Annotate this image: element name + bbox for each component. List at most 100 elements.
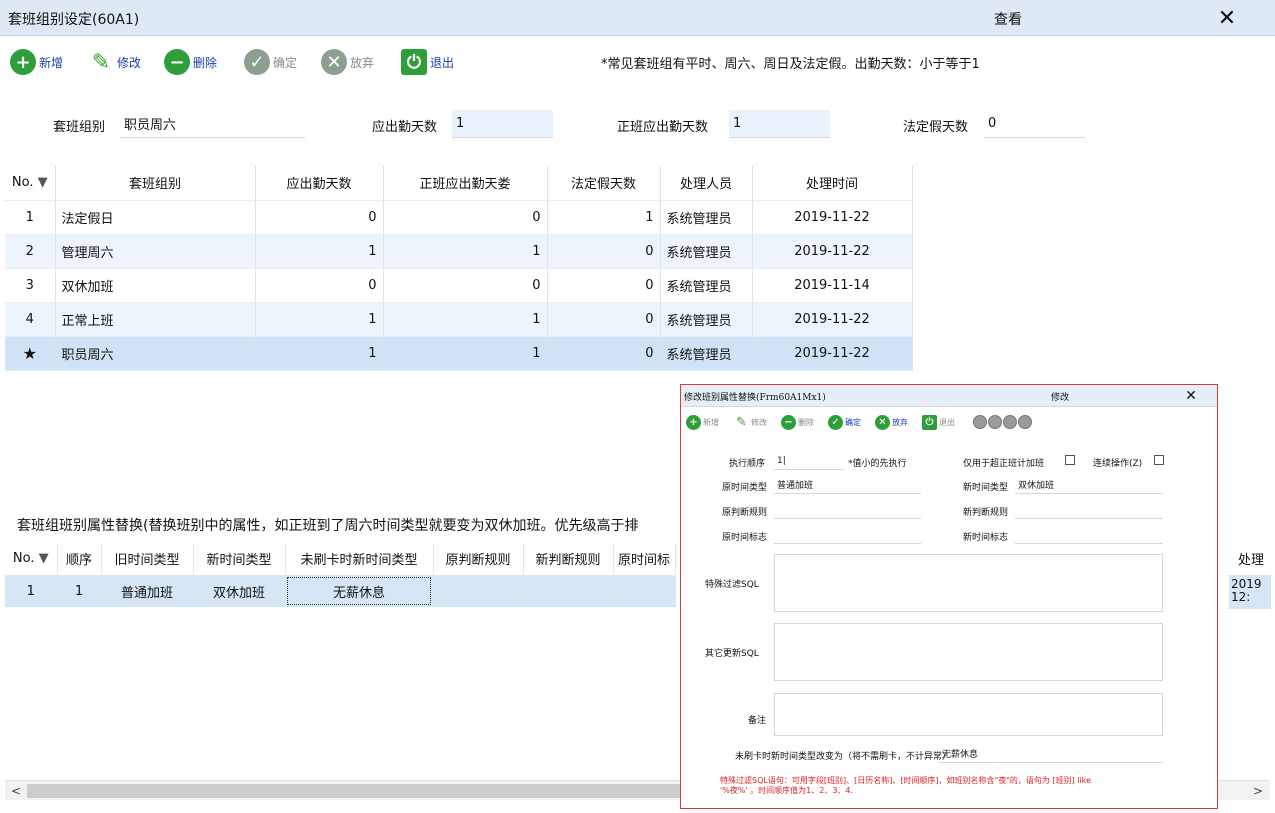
table-row[interactable]: 1 法定假日 0 0 1 系统管理员 2019-11-22 xyxy=(5,200,913,235)
dialog-delete-button[interactable]: − 删除 xyxy=(781,413,814,431)
col-attend[interactable]: 应出勤天数 xyxy=(255,166,384,201)
dialog-edit-button[interactable]: ✎ 修改 xyxy=(734,413,767,431)
col-old-mark[interactable]: 原时间标 xyxy=(613,543,676,576)
next-record-icon[interactable] xyxy=(1003,415,1017,429)
new-time-type-field[interactable] xyxy=(1015,476,1163,494)
col-new-type[interactable]: 新时间类型 xyxy=(193,543,286,576)
col-holiday[interactable]: 法定假天数 xyxy=(547,166,661,201)
prev-record-icon[interactable] xyxy=(988,415,1002,429)
table-row[interactable]: 3 双休加班 0 0 0 系统管理员 2019-11-14 xyxy=(5,268,913,303)
current-row-star-icon: ★ xyxy=(5,336,56,371)
dialog-confirm-button[interactable]: ✓ 确定 xyxy=(828,413,861,431)
col-old-rule[interactable]: 原判断规则 xyxy=(433,543,524,576)
cell-regular: 1 xyxy=(383,336,548,371)
col-regular[interactable]: 正班应出勤天娄 xyxy=(383,166,548,201)
window-title-bar: 套班组别设定(60A1) 查看 ✕ xyxy=(0,0,1275,36)
filter-icon[interactable]: ▼ xyxy=(39,551,49,566)
add-button[interactable]: + 新增 xyxy=(10,48,63,76)
exec-order-field[interactable] xyxy=(774,452,844,470)
table-row[interactable]: 2 管理周六 1 1 0 系统管理员 2019-11-22 xyxy=(5,234,913,269)
table-header-row: No. ▼ 套班组别 应出勤天数 正班应出勤天娄 法定假天数 处理人员 处理时间 xyxy=(5,166,913,201)
col-old-type[interactable]: 旧时间类型 xyxy=(101,543,194,576)
cell-operator: 系统管理员 xyxy=(660,302,753,337)
cell-noswipe-type[interactable]: 无薪休息 xyxy=(285,575,434,607)
cell-order: 1 xyxy=(57,575,102,607)
cell-time-clock: 12: xyxy=(1231,590,1251,604)
new-mark-label: 新时间标志 xyxy=(963,533,1009,543)
cell-time: 2019-11-14 xyxy=(752,268,913,303)
table-row[interactable]: 4 正常上班 1 1 0 系统管理员 2019-11-22 xyxy=(5,302,913,337)
remark-label: 备注 xyxy=(748,716,767,726)
old-time-type-label: 原时间类型 xyxy=(722,483,768,493)
cell-old-mark xyxy=(613,575,676,607)
sql-note-line1: 特殊过滤SQL语句：可用字段[班别]、[日历名称]、[时间顺序]，如班别名称含"… xyxy=(720,776,1091,785)
old-rule-field[interactable] xyxy=(774,501,921,519)
table-row[interactable]: 1 1 普通加班 双休加班 无薪休息 xyxy=(5,575,676,607)
scrollbar-thumb[interactable] xyxy=(27,784,687,798)
dialog-delete-label: 删除 xyxy=(798,417,814,427)
cell-operator: 系统管理员 xyxy=(660,200,753,235)
dialog-discard-button[interactable]: ✕ 放弃 xyxy=(875,413,908,431)
group-table: No. ▼ 套班组别 应出勤天数 正班应出勤天娄 法定假天数 处理人员 处理时间… xyxy=(5,166,913,371)
col-new-rule[interactable]: 新判断规则 xyxy=(523,543,614,576)
exec-order-hint: *值小的先执行 xyxy=(848,459,907,469)
dialog-edit-label: 修改 xyxy=(751,417,767,427)
discard-button[interactable]: ✕ 放弃 xyxy=(321,48,374,76)
filter-icon[interactable]: ▼ xyxy=(38,175,48,190)
col-time[interactable]: 处理时间 xyxy=(752,166,913,201)
cell-group: 双休加班 xyxy=(55,268,256,303)
edit-button[interactable]: ✎ 修改 xyxy=(88,48,141,76)
col-group[interactable]: 套班组别 xyxy=(55,166,256,201)
table-header-row: No. ▼ 顺序 旧时间类型 新时间类型 未刷卡时新时间类型 原判断规则 新判断… xyxy=(5,543,676,576)
other-sql-field[interactable] xyxy=(774,623,1163,681)
cell-time: 2019-11-22 xyxy=(752,234,913,269)
dialog-add-button[interactable]: + 新增 xyxy=(686,413,719,431)
cell-attend: 1 xyxy=(255,234,384,269)
col-order[interactable]: 顺序 xyxy=(57,543,102,576)
group-label: 套班组别 xyxy=(53,120,106,135)
cancel-circle-icon: ✕ xyxy=(321,49,347,75)
continuous-checkbox[interactable] xyxy=(1154,455,1164,465)
holiday-days-field[interactable] xyxy=(984,110,1085,138)
exit-icon: ⏻ xyxy=(922,414,937,430)
dialog-exit-button[interactable]: ⏻ 退出 xyxy=(922,413,955,431)
exit-button[interactable]: ⏻ 退出 xyxy=(401,48,454,76)
only-overtime-checkbox[interactable] xyxy=(1065,455,1075,465)
confirm-button[interactable]: ✓ 确定 xyxy=(244,48,297,76)
attend-days-field[interactable] xyxy=(452,110,553,138)
cancel-circle-icon: ✕ xyxy=(875,414,890,430)
group-field[interactable] xyxy=(120,110,305,138)
new-rule-field[interactable] xyxy=(1015,501,1163,519)
dialog-title-bar: 修改班别属性替换(Frm60A1Mx1) 修改 ✕ xyxy=(681,385,1217,407)
last-record-icon[interactable] xyxy=(1018,415,1032,429)
edit-button-label: 修改 xyxy=(117,55,142,70)
delete-button[interactable]: − 删除 xyxy=(164,48,217,76)
cell-time: 2019-11-22 xyxy=(752,336,913,371)
remark-field[interactable] xyxy=(774,693,1163,736)
table-row-selected[interactable]: ★ 职员周六 1 1 0 系统管理员 2019-11-22 xyxy=(5,336,913,371)
sql-note-line2: '%夜%' 。时间顺序值为1、2、3、4. xyxy=(720,786,854,795)
first-record-icon[interactable] xyxy=(973,415,987,429)
new-mark-field[interactable] xyxy=(1015,526,1163,544)
col-no[interactable]: No. ▼ xyxy=(5,166,56,201)
regular-days-field[interactable] xyxy=(729,110,830,138)
edit-pen-icon: ✎ xyxy=(736,414,747,430)
col-no[interactable]: No. ▼ xyxy=(5,543,58,576)
close-icon[interactable]: ✕ xyxy=(1210,6,1244,32)
minus-circle-icon: − xyxy=(164,49,190,75)
col-operator[interactable]: 处理人员 xyxy=(660,166,753,201)
old-time-type-field[interactable] xyxy=(774,476,921,494)
cell-attend: 0 xyxy=(255,200,384,235)
scroll-left-icon[interactable]: < xyxy=(7,782,25,800)
filter-sql-label: 特殊过滤SQL xyxy=(705,580,759,590)
scroll-right-icon[interactable]: > xyxy=(1249,782,1267,800)
col-noswipe-type[interactable]: 未刷卡时新时间类型 xyxy=(285,543,434,576)
old-mark-field[interactable] xyxy=(774,526,921,544)
noswipe-field[interactable] xyxy=(939,745,1163,763)
close-icon[interactable]: ✕ xyxy=(1181,387,1201,405)
cell-holiday: 0 xyxy=(547,302,661,337)
cell-no: 2 xyxy=(5,234,56,269)
exit-icon: ⏻ xyxy=(401,49,427,75)
confirm-button-label: 确定 xyxy=(273,55,298,70)
filter-sql-field[interactable] xyxy=(774,554,1163,612)
